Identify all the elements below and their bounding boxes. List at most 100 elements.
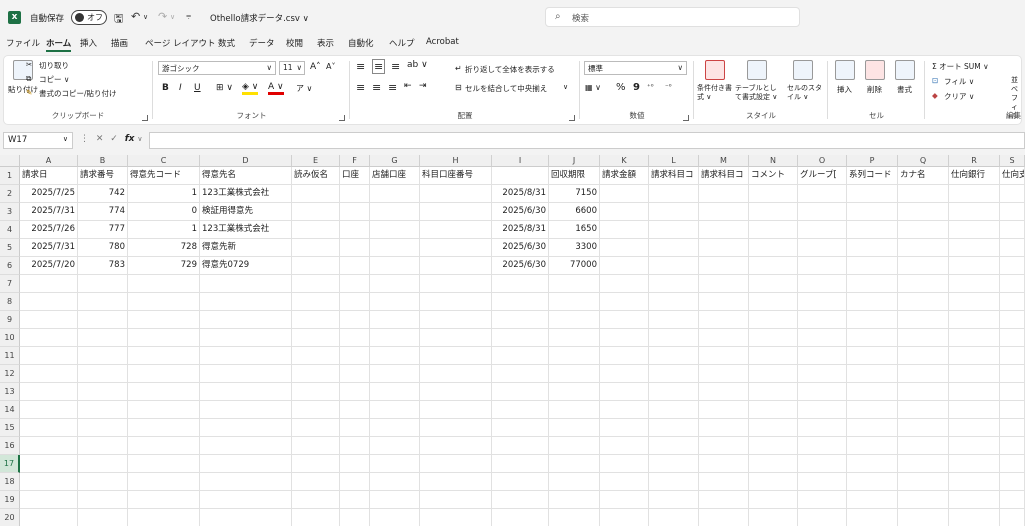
cell-B14[interactable] [78,401,128,419]
cell-B2[interactable]: 742 [78,185,128,203]
cell-C4[interactable]: 1 [128,221,200,239]
cell-H13[interactable] [420,383,492,401]
decrease-indent-icon[interactable]: ⇤ [404,81,412,91]
cell-B15[interactable] [78,419,128,437]
cell-C16[interactable] [128,437,200,455]
cell-B12[interactable] [78,365,128,383]
cell-A15[interactable] [20,419,78,437]
row-header-18[interactable]: 18 [0,473,20,491]
column-header-I[interactable]: I [492,155,549,167]
cell-M11[interactable] [699,347,749,365]
cell-N1[interactable]: コメント [749,167,798,185]
paste-button[interactable]: 貼り付け [8,84,38,95]
cell-D16[interactable] [200,437,292,455]
align-middle-icon[interactable]: ≡ [372,59,386,74]
cell-G15[interactable] [370,419,420,437]
cell-E11[interactable] [292,347,340,365]
fill-icon[interactable]: ⊡ [932,76,938,85]
cell-O3[interactable] [798,203,847,221]
fill-button[interactable]: フィル ∨ [944,76,974,87]
row-header-9[interactable]: 9 [0,311,20,329]
cell-E19[interactable] [292,491,340,509]
row-header-7[interactable]: 7 [0,275,20,293]
cell-B5[interactable]: 780 [78,239,128,257]
cell-D5[interactable]: 得意先新 [200,239,292,257]
cell-L3[interactable] [649,203,699,221]
column-header-J[interactable]: J [549,155,600,167]
save-icon[interactable]: 🖫 [114,10,123,29]
cell-P11[interactable] [847,347,898,365]
cell-I12[interactable] [492,365,549,383]
align-bottom-icon[interactable]: ≡ [391,60,400,73]
cell-H4[interactable] [420,221,492,239]
merge-center-button[interactable]: セルを結合して中央揃え [465,83,547,94]
font-size-select[interactable]: 11 ∨ [279,61,305,75]
cell-O12[interactable] [798,365,847,383]
column-header-N[interactable]: N [749,155,798,167]
tab-page-layout[interactable]: ページ レイアウト [145,37,216,49]
cell-M13[interactable] [699,383,749,401]
cell-P13[interactable] [847,383,898,401]
cell-B18[interactable] [78,473,128,491]
cell-H11[interactable] [420,347,492,365]
cell-C1[interactable]: 得意先コード [128,167,200,185]
cell-H3[interactable] [420,203,492,221]
cell-E10[interactable] [292,329,340,347]
cell-K17[interactable] [600,455,649,473]
row-header-14[interactable]: 14 [0,401,20,419]
cell-B19[interactable] [78,491,128,509]
undo-icon[interactable]: ↶ [131,10,140,23]
cell-M6[interactable] [699,257,749,275]
cell-A9[interactable] [20,311,78,329]
cell-B11[interactable] [78,347,128,365]
cell-D1[interactable]: 得意先名 [200,167,292,185]
cell-C14[interactable] [128,401,200,419]
cell-L12[interactable] [649,365,699,383]
cell-M2[interactable] [699,185,749,203]
cell-R10[interactable] [949,329,1000,347]
cell-Q6[interactable] [898,257,949,275]
cell-N15[interactable] [749,419,798,437]
cell-O13[interactable] [798,383,847,401]
cell-F18[interactable] [340,473,370,491]
cell-C11[interactable] [128,347,200,365]
column-header-D[interactable]: D [200,155,292,167]
cell-J10[interactable] [549,329,600,347]
cell-O8[interactable] [798,293,847,311]
cell-I7[interactable] [492,275,549,293]
cell-L14[interactable] [649,401,699,419]
cell-D7[interactable] [200,275,292,293]
cell-I20[interactable] [492,509,549,526]
column-header-L[interactable]: L [649,155,699,167]
tab-data[interactable]: データ [249,37,275,49]
cell-N10[interactable] [749,329,798,347]
format-cells-icon[interactable] [895,60,915,80]
cell-K14[interactable] [600,401,649,419]
cell-D10[interactable] [200,329,292,347]
cell-A14[interactable] [20,401,78,419]
cell-J14[interactable] [549,401,600,419]
delete-cells-icon[interactable] [865,60,885,80]
cell-S11[interactable] [1000,347,1025,365]
cell-Q10[interactable] [898,329,949,347]
cell-E7[interactable] [292,275,340,293]
cell-I2[interactable]: 2025/8/31 [492,185,549,203]
cell-C13[interactable] [128,383,200,401]
cell-P17[interactable] [847,455,898,473]
cell-M7[interactable] [699,275,749,293]
cell-C5[interactable]: 728 [128,239,200,257]
cell-N4[interactable] [749,221,798,239]
cell-F4[interactable] [340,221,370,239]
cell-B8[interactable] [78,293,128,311]
cell-H5[interactable] [420,239,492,257]
cell-B4[interactable]: 777 [78,221,128,239]
format-as-table-button[interactable]: テーブルとして書式設定 ∨ [735,84,783,102]
cell-L7[interactable] [649,275,699,293]
insert-function-icon[interactable]: fx [125,134,135,144]
cell-A7[interactable] [20,275,78,293]
cell-Q5[interactable] [898,239,949,257]
enter-icon[interactable]: ✓ [110,134,118,144]
cell-H15[interactable] [420,419,492,437]
copy-icon[interactable]: ⧉ [26,74,31,84]
cell-N5[interactable] [749,239,798,257]
